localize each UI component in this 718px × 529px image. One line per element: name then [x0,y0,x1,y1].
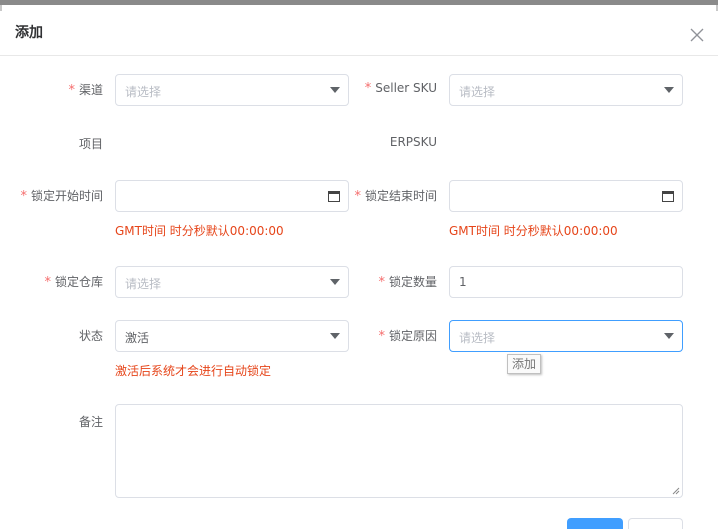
seller-sku-select[interactable]: 请选择 [449,74,683,106]
status-value: 激活 [125,331,150,345]
lock-start-hint: GMT时间 时分秒默认00:00:00 [115,224,284,238]
required-asterisk: * [378,329,385,344]
lock-start-label: * 锁定开始时间 [20,189,103,204]
required-asterisk: * [44,275,51,290]
required-asterisk: * [20,189,27,204]
dialog-title: 添加 [15,25,43,41]
lock-warehouse-select[interactable]: 请选择 [115,266,349,298]
lock-quantity-label: * 锁定数量 [378,275,437,290]
remark-label: 备注 [78,415,103,429]
required-asterisk: * [354,189,361,204]
channel-select[interactable]: 请选择 [115,74,349,106]
lock-warehouse-placeholder: 请选择 [125,277,162,291]
chevron-down-icon [330,333,340,339]
calendar-icon[interactable] [328,190,340,202]
channel-label: * 渠道 [68,83,103,98]
lock-reason-label: * 锁定原因 [378,329,437,344]
project-label: 项目 [78,137,103,151]
required-asterisk: * [378,275,385,290]
chevron-down-icon [664,87,674,93]
calendar-icon[interactable] [662,190,674,202]
tooltip: 添加 [507,354,542,374]
chevron-down-icon [330,279,340,285]
seller-sku-label: * Seller SKU [364,81,437,96]
lock-quantity-value: 1 [459,275,467,289]
dialog-header: 添加 [0,5,718,56]
cancel-button[interactable] [628,518,683,529]
remark-textarea[interactable] [115,404,683,498]
lock-end-label: * 锁定结束时间 [354,189,437,204]
status-label: 状态 [78,329,103,343]
required-asterisk: * [364,81,372,96]
erpsku-label: ERPSKU [389,135,437,149]
confirm-button[interactable] [567,518,623,529]
lock-reason-placeholder: 请选择 [459,331,496,345]
status-hint: 激活后系统才会进行自动锁定 [115,364,272,378]
channel-placeholder: 请选择 [125,85,162,99]
lock-quantity-input[interactable]: 1 [449,266,683,298]
chevron-down-icon [330,87,340,93]
status-select[interactable]: 激活 [115,320,349,352]
seller-sku-placeholder: 请选择 [459,85,496,99]
lock-warehouse-label: * 锁定仓库 [44,275,103,290]
lock-start-datetime[interactable] [115,180,349,212]
close-icon[interactable] [689,27,705,43]
lock-end-hint: GMT时间 时分秒默认00:00:00 [449,224,618,238]
required-asterisk: * [68,83,75,98]
chevron-down-icon [664,333,674,339]
resize-handle-icon[interactable] [672,487,680,495]
lock-end-datetime[interactable] [449,180,683,212]
lock-reason-select[interactable]: 请选择 [449,320,683,352]
